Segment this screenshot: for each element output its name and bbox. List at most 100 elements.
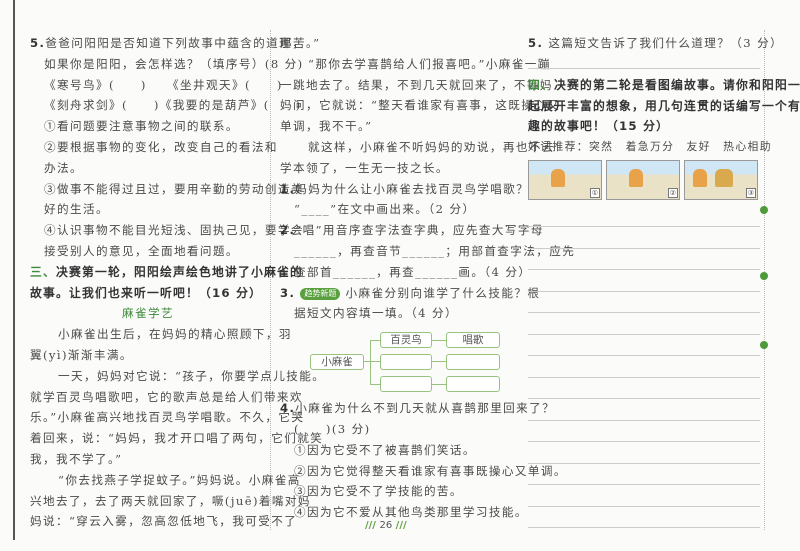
line-text: 办法。 xyxy=(44,160,83,175)
connector xyxy=(432,340,446,342)
page-edge xyxy=(13,0,15,540)
line-text: 《刻舟求剑》( )《我要的是葫芦》( ) xyxy=(44,98,302,113)
text-line: “那你去学喜鹊给人们报喜吧。”小麻雀一蹦 xyxy=(280,54,549,75)
teacher-box-blank[interactable] xyxy=(380,354,432,371)
line-text: 翼(yì)渐渐丰满。 xyxy=(30,347,133,362)
line-text: ②因为它觉得整天看谁家有喜事既操心又单调。 xyxy=(294,463,567,478)
section-4-heading: 四、决赛的第二轮是看图编故事。请你和阳阳一 xyxy=(528,75,800,96)
text-line: 接受别人的意见，全面地看问题。 xyxy=(30,241,266,262)
line-text: 小麻雀出生后，在妈妈的精心照顾下，羽 xyxy=(58,327,292,342)
question-text: 这篇短文告诉了我们什么道理？（3 分） xyxy=(548,36,784,50)
line-text: “你去找燕子学捉蚊子。”妈妈说。小麻雀高 xyxy=(58,472,301,487)
question-number: 2. xyxy=(280,223,296,238)
skill-box-blank[interactable] xyxy=(446,354,500,371)
teacher-box-blank[interactable] xyxy=(380,376,432,393)
writing-line[interactable] xyxy=(528,335,760,357)
writing-line[interactable] xyxy=(528,507,760,529)
section-heading: 故事。让我们也来听一听吧！（16 分） xyxy=(30,283,266,304)
line-text: “____”在文中画出来。（2 分） xyxy=(294,202,476,217)
text-line: 查部首______，再查______画。（4 分） xyxy=(280,262,530,283)
text-line: ③因为它受不了学技能的苦。 xyxy=(280,481,516,502)
text-line: 兴地去了，去了两天就回家了，噘(juē)着嘴对妈 xyxy=(30,491,309,512)
writing-line[interactable] xyxy=(528,464,760,486)
answer-line[interactable] xyxy=(528,54,760,69)
squirrel-figure xyxy=(693,168,707,187)
writing-line[interactable] xyxy=(528,206,760,228)
picture-number: ③ xyxy=(745,187,756,198)
writing-line[interactable] xyxy=(528,356,760,378)
margin-dot xyxy=(760,341,768,349)
connector xyxy=(370,340,371,385)
text-line: 办法。 xyxy=(30,158,266,179)
teacher-box: 百灵鸟 xyxy=(380,332,432,349)
text-line: 我，我不学了。” xyxy=(30,449,266,470)
question-text: 据短文内容填一填。（4 分） xyxy=(294,306,458,321)
line-text: ④因为它不爱从其他鸟类那里学习技能。 xyxy=(294,505,528,520)
writing-line[interactable] xyxy=(528,270,760,292)
text-line: 如果你是阳阳，会怎样选？（填序号）(8 分) xyxy=(30,54,302,75)
heading-text: 起展开丰富的想象，用几句连贯的话编写一个有 xyxy=(528,98,800,113)
page-mark-icon: /// xyxy=(392,520,407,531)
line-text: 爸爸问阳阳是否知道下列故事中蕴含的道理， xyxy=(45,36,306,50)
text-line: ①看问题要注意事物之间的联系。 xyxy=(30,116,266,137)
text-line: 小麻雀出生后，在妈妈的精心照顾下，羽 xyxy=(30,324,290,345)
right-column: 5. 这篇短文告诉了我们什么道理？（3 分） 四、决赛的第二轮是看图编故事。请你… xyxy=(528,33,800,529)
writing-line[interactable] xyxy=(528,378,760,400)
text-line: ( )(3 分) xyxy=(280,419,516,440)
line-text: 妈妈为什么让小麻雀去找百灵鸟学唱歌？用 xyxy=(295,181,543,196)
writing-area xyxy=(528,206,760,529)
text-line: “____”在文中画出来。（2 分） xyxy=(280,199,516,220)
line-text: 乐。”小麻雀高兴地找百灵鸟学唱歌。不久，它哭 xyxy=(30,410,305,425)
picture-number: ② xyxy=(667,187,678,198)
text-line: 就学百灵鸟唱歌吧，它的歌声总是给人们带来欢 xyxy=(30,387,301,408)
kangaroo-figure xyxy=(715,168,733,187)
skill-box-blank[interactable] xyxy=(446,376,500,393)
writing-line[interactable] xyxy=(528,421,760,443)
connector xyxy=(370,384,380,386)
line-text: ③因为它受不了学技能的苦。 xyxy=(294,484,463,499)
question-text: 小麻雀分别向谁学了什么技能？根 xyxy=(345,285,541,300)
writing-line[interactable] xyxy=(528,292,760,314)
text-line: 翼(yì)渐渐丰满。 xyxy=(30,345,266,366)
writing-line[interactable] xyxy=(528,399,760,421)
connector xyxy=(370,340,380,342)
line-text: 我，我不学了。” xyxy=(30,451,123,466)
picture-number: ① xyxy=(589,187,600,198)
writing-line[interactable] xyxy=(528,485,760,507)
line-text: 查部首______，再查______画。（4 分） xyxy=(294,264,532,279)
question-number: 4. xyxy=(280,401,296,416)
line-text: ④认识事物不能目光短浅、固执己见，要学会 xyxy=(44,223,304,238)
margin-dot xyxy=(760,272,768,280)
line-text: 妈说：“穿云入雾，忽高忽低地飞，我可受不了 xyxy=(30,514,298,529)
line-text: 麻雀学艺 xyxy=(122,306,174,321)
line-text: 妈问，它就说：“整天看谁家有喜事，这既操心又 xyxy=(280,98,561,113)
text-line: ②要根据事物的变化，改变自己的看法和 xyxy=(30,137,276,158)
text-line: ③做事不能得过且过，要用辛勤的劳动创造美 xyxy=(30,179,302,200)
line-text: 故事。让我们也来听一听吧！（16 分） xyxy=(30,285,263,300)
trend-badge: 趋势新题 xyxy=(300,287,341,300)
story-picture: ③ xyxy=(684,159,758,200)
story-title: 麻雀学艺 xyxy=(30,303,266,324)
writing-line[interactable] xyxy=(528,442,760,464)
connector xyxy=(363,361,370,363)
text-line: 一跳地去了。结果，不到几天就回来了，不等妈 xyxy=(280,75,551,96)
squirrel-figure xyxy=(629,168,643,187)
question-number: 1. xyxy=(280,181,296,196)
text-line: ②因为它觉得整天看谁家有喜事既操心又单调。 xyxy=(280,461,565,482)
text-line: 好的生活。 xyxy=(30,199,266,220)
skills-diagram: 小麻雀 百灵鸟 唱歌 xyxy=(280,324,516,398)
text-line: ④认识事物不能目光短浅、固执己见，要学会 xyxy=(30,220,302,241)
question-number: 5. xyxy=(30,36,46,50)
line-text: 小麻雀为什么不到几天就从喜鹊那里回来了？ xyxy=(295,401,556,416)
squirrel-figure xyxy=(551,168,565,187)
writing-line[interactable] xyxy=(528,227,760,249)
writing-line[interactable] xyxy=(528,249,760,271)
text-line: 就这样，小麻雀不听妈妈的劝说，再也不去 xyxy=(280,137,553,158)
line-text: 好的生活。 xyxy=(44,202,109,217)
writing-line[interactable] xyxy=(528,313,760,335)
line-text: 单调，我不干。” xyxy=(280,119,373,134)
line-text: 那苦。” xyxy=(280,36,321,50)
text-line: 单调，我不干。” xyxy=(280,116,516,137)
connector xyxy=(432,361,446,363)
section-number: 四、 xyxy=(528,77,554,92)
